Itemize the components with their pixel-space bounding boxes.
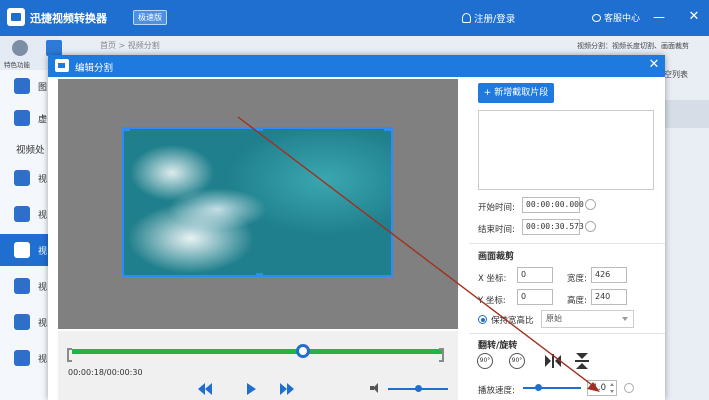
timeline-track[interactable] bbox=[72, 349, 444, 354]
video-tool-icon bbox=[14, 170, 30, 186]
virtual-icon bbox=[14, 110, 30, 126]
reset-speed-icon[interactable] bbox=[624, 383, 634, 393]
time-display: 00:00:18/00:00:30 bbox=[68, 368, 143, 377]
speed-slider-track[interactable] bbox=[523, 387, 581, 389]
video-tool-icon bbox=[14, 350, 30, 366]
speed-slider-thumb[interactable] bbox=[534, 384, 542, 391]
app-logo-icon bbox=[7, 8, 25, 26]
crop-handle[interactable] bbox=[124, 129, 130, 131]
breadcrumb: 首页 > 视频分割 bbox=[100, 40, 160, 51]
trim-end-handle[interactable] bbox=[439, 348, 444, 362]
sidebar-item-label: 视 bbox=[38, 319, 48, 329]
reset-end-icon[interactable] bbox=[585, 220, 597, 232]
minimize-button[interactable]: — bbox=[652, 10, 666, 24]
sidebar-item-label: 视 bbox=[38, 211, 48, 221]
crop-handle[interactable] bbox=[256, 129, 263, 131]
playhead-handle[interactable] bbox=[295, 344, 310, 358]
divider bbox=[469, 243, 665, 244]
flip-vertical-icon[interactable] bbox=[575, 353, 589, 369]
sidebar-item-label: 视 bbox=[38, 247, 48, 257]
flip-horizontal-icon[interactable] bbox=[545, 354, 561, 368]
width-input[interactable]: 426 bbox=[591, 267, 627, 283]
featured-icon[interactable] bbox=[12, 40, 28, 56]
y-input[interactable]: 0 bbox=[517, 289, 553, 305]
window-close-button[interactable]: ✕ bbox=[687, 10, 701, 24]
video-icon[interactable] bbox=[46, 40, 62, 56]
app-title: 迅捷视频转换器 bbox=[30, 12, 107, 25]
login-label: 注册/登录 bbox=[474, 14, 516, 25]
add-segment-button[interactable]: + 新增截取片段 bbox=[478, 83, 554, 103]
rewind-button[interactable] bbox=[198, 382, 214, 396]
speed-label: 播放速度: bbox=[478, 386, 515, 396]
timeline-panel: 00:00:18/00:00:30 bbox=[58, 331, 458, 400]
clear-list-button[interactable]: 空列表 bbox=[664, 64, 709, 86]
ratio-select[interactable]: 原始 bbox=[541, 310, 634, 328]
chat-icon bbox=[592, 14, 601, 22]
play-button[interactable] bbox=[244, 382, 260, 396]
x-input[interactable]: 0 bbox=[517, 267, 553, 283]
stamp-icon bbox=[14, 206, 30, 222]
height-label: 高度: bbox=[567, 296, 587, 306]
height-input[interactable]: 240 bbox=[591, 289, 627, 305]
start-time-label: 开始时间: bbox=[478, 203, 515, 213]
sidebar-item-label: 视 bbox=[38, 355, 48, 365]
crop-region[interactable] bbox=[122, 127, 393, 277]
file-row bbox=[664, 100, 709, 128]
ratio-selected: 原始 bbox=[546, 314, 562, 323]
crop-handle[interactable] bbox=[384, 129, 391, 131]
end-time-input[interactable]: 00:00:30.573 bbox=[522, 219, 584, 235]
breadcrumb-home[interactable]: 首页 bbox=[100, 41, 116, 50]
service-label: 客服中心 bbox=[604, 14, 641, 24]
segment-list[interactable] bbox=[478, 110, 654, 190]
user-icon bbox=[462, 13, 471, 23]
edit-split-dialog: 编辑分割 ✕ 00:00:18/00:00:30 + 新增截取片段 开始时间: … bbox=[48, 55, 665, 400]
keep-ratio-label: 保持宽高比 bbox=[491, 316, 534, 326]
sidebar-item-label: 视 bbox=[38, 283, 48, 293]
dialog-close-button[interactable]: ✕ bbox=[647, 58, 661, 72]
settings-panel: + 新增截取片段 开始时间: 00:00:00.000 结束时间: 00:00:… bbox=[469, 77, 665, 400]
video-tool-icon bbox=[14, 278, 30, 294]
volume-slider-thumb[interactable] bbox=[415, 385, 422, 392]
chevron-down-icon bbox=[622, 317, 628, 321]
dialog-titlebar: 编辑分割 ✕ bbox=[48, 55, 665, 77]
reset-start-icon[interactable] bbox=[585, 198, 597, 210]
volume-icon[interactable] bbox=[370, 383, 382, 393]
divider bbox=[469, 333, 665, 334]
login-link[interactable]: 注册/登录 bbox=[462, 11, 515, 25]
sidebar-section-label: 视频处 bbox=[16, 145, 45, 156]
rotate-left-icon[interactable]: 90° bbox=[477, 353, 493, 369]
feature-hint: 视频分割：视频长度切割、画面裁剪 bbox=[577, 42, 689, 50]
rotate-right-icon[interactable]: 90° bbox=[509, 353, 525, 369]
width-label: 宽度: bbox=[567, 274, 587, 284]
edition-badge: 极速版 bbox=[133, 10, 167, 25]
image-icon bbox=[14, 78, 30, 94]
sidebar-item-label: 虚 bbox=[38, 115, 48, 125]
video-tool-icon bbox=[14, 314, 30, 330]
sidebar-item-label: 图 bbox=[38, 83, 48, 93]
start-time-input[interactable]: 00:00:00.000 bbox=[522, 197, 584, 213]
fast-forward-button[interactable] bbox=[280, 382, 296, 396]
crop-handle[interactable] bbox=[256, 273, 263, 275]
x-label: X 坐标: bbox=[478, 274, 507, 284]
split-icon bbox=[14, 242, 30, 258]
breadcrumb-separator: > bbox=[118, 41, 126, 50]
speed-spinner[interactable] bbox=[609, 381, 616, 395]
video-preview bbox=[58, 79, 458, 329]
dialog-title: 编辑分割 bbox=[75, 63, 114, 74]
film-icon bbox=[55, 59, 69, 72]
rotate-section-title: 翻转/旋转 bbox=[478, 341, 518, 351]
customer-service-link[interactable]: 客服中心 bbox=[592, 11, 640, 24]
app-titlebar: 迅捷视频转换器 极速版 注册/登录 客服中心 — ✕ bbox=[0, 0, 709, 36]
breadcrumb-current: 视频分割 bbox=[127, 41, 160, 50]
crop-section-title: 画面裁剪 bbox=[478, 252, 515, 262]
sidebar-item-label: 视 bbox=[38, 175, 48, 185]
featured-label: 特色功能 bbox=[4, 61, 30, 69]
keep-ratio-radio[interactable] bbox=[478, 315, 487, 324]
y-label: Y 坐标: bbox=[478, 296, 506, 306]
end-time-label: 结束时间: bbox=[478, 225, 515, 235]
